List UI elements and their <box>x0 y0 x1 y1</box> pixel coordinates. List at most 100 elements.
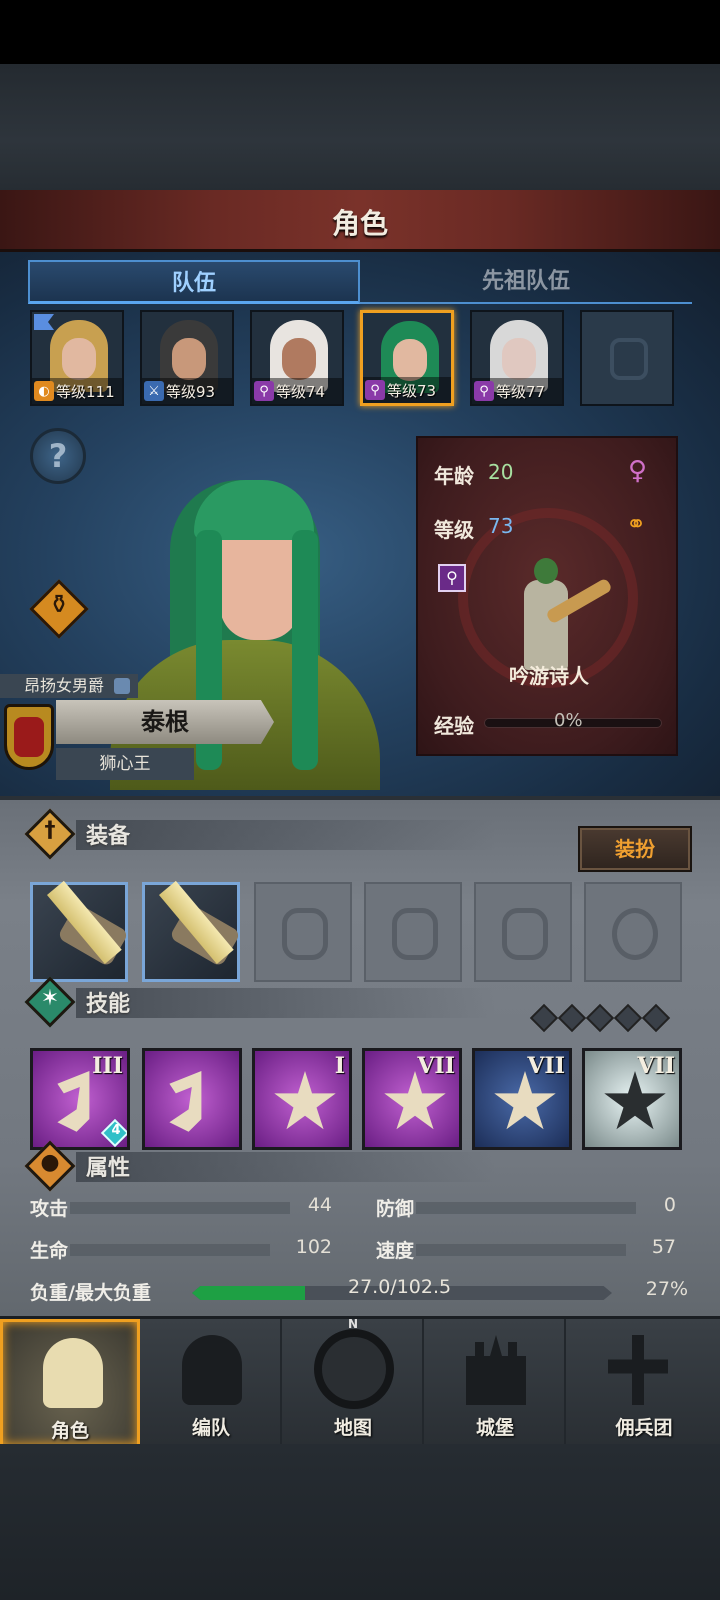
wand-icon: ⚲ <box>438 564 466 592</box>
bottom-backdrop <box>0 1444 720 1600</box>
roster-slot-4[interactable]: ⚲ 等级73 <box>360 310 454 406</box>
skill-rank: VII <box>417 1053 455 1079</box>
skill-slot-1[interactable]: III 4 <box>30 1048 130 1150</box>
portrait-face <box>393 339 427 381</box>
equipment-label: 装备 <box>86 824 131 849</box>
potion-icon: ⚱ <box>48 590 70 620</box>
skill-rank: I <box>334 1053 345 1079</box>
nav-label: 地图 <box>333 1417 372 1439</box>
level-row: ⚲ 等级77 <box>472 378 562 404</box>
load-label: 负重/最大负重 <box>30 1282 151 1304</box>
level-row: ⚔ 等级93 <box>142 378 232 404</box>
house-crest[interactable] <box>4 704 54 770</box>
knight-icon <box>43 1338 103 1408</box>
armor-slot[interactable] <box>364 882 462 982</box>
nav-mercenaries[interactable]: 佣兵团 <box>568 1319 720 1447</box>
tab-ancestor-team[interactable]: 先祖队伍 <box>360 260 692 304</box>
skill-slot-3[interactable]: I <box>252 1048 352 1150</box>
speed-row: 速度 57 <box>376 1234 676 1264</box>
hp-value: 102 <box>295 1236 332 1258</box>
skill-rank: VII <box>527 1053 565 1079</box>
level-label: 等级 <box>434 518 474 542</box>
nav-map[interactable]: N 地图 <box>284 1317 424 1447</box>
age-value: 20 <box>488 460 514 484</box>
gem-slot-icon <box>585 1003 615 1033</box>
attributes-header: ● 属性 <box>24 1140 692 1192</box>
defense-value: 0 <box>663 1194 676 1216</box>
skill-badge-count: 4 <box>111 1123 121 1138</box>
music-note-icon <box>57 1071 90 1132</box>
skill-slot-6[interactable]: VII <box>582 1048 682 1150</box>
hp-row: 生命 102 <box>30 1234 332 1264</box>
ring-slot[interactable] <box>584 882 682 982</box>
bard-figure <box>516 554 613 674</box>
weapon-slot-2[interactable] <box>142 880 241 982</box>
wand-icon: ⚲ <box>365 380 385 400</box>
exp-value: 0% <box>554 710 583 731</box>
portrait-face <box>62 338 96 380</box>
dress-up-button[interactable]: 装扮 <box>578 826 692 872</box>
shield-icon: ◐ <box>34 381 54 401</box>
row-underline <box>416 1244 626 1256</box>
help-button[interactable]: ? <box>30 428 86 484</box>
gem-slot-icon <box>613 1003 643 1033</box>
roster-slot-5[interactable]: ⚲ 等级77 <box>470 310 564 406</box>
empty-slot-icon <box>610 338 648 380</box>
armor-icon <box>392 908 438 960</box>
ring-icon[interactable]: ⚭ <box>626 510 646 538</box>
page-title: 角色 <box>331 207 388 240</box>
roster-slot-3[interactable]: ⚲ 等级74 <box>250 310 344 406</box>
gem-slot-icon <box>557 1003 587 1033</box>
portrait-face <box>282 338 316 380</box>
attack-label: 攻击 <box>30 1198 69 1220</box>
weapon-slot-1[interactable] <box>30 880 129 982</box>
hp-label: 生命 <box>30 1240 69 1262</box>
level-value: 73 <box>488 514 514 538</box>
roster-slot-2[interactable]: ⚔ 等级93 <box>140 310 234 406</box>
party-buff-icon <box>274 1071 336 1130</box>
header-strip <box>76 1152 496 1182</box>
bottom-nav: 角色 编队 N 地图 城堡 佣兵团 <box>0 1316 720 1447</box>
skill-slots: III 4 I VII VII VII <box>30 1048 692 1152</box>
level-row: ⚲ 等级73 <box>363 377 451 403</box>
potion-button[interactable]: ⚱ <box>29 579 89 639</box>
leader-flag-icon <box>34 314 54 330</box>
castle-icon <box>466 1335 526 1405</box>
level-label: 等级93 <box>166 382 216 401</box>
row-underline <box>416 1202 636 1214</box>
bard-head <box>534 558 558 584</box>
nav-formation[interactable]: 编队 <box>142 1319 282 1447</box>
nav-character[interactable]: 角色 <box>0 1319 140 1447</box>
class-name: 吟游诗人 <box>509 664 589 688</box>
level-label: 等级73 <box>387 381 437 400</box>
level-label: 等级77 <box>496 382 546 401</box>
boots-icon <box>502 908 548 960</box>
gem-slot-icon <box>529 1003 559 1033</box>
helmet-slot[interactable] <box>254 882 352 982</box>
header-strip <box>76 820 496 850</box>
equipment-slots <box>30 880 692 982</box>
crystal-note-icon <box>169 1071 202 1132</box>
shield-burst-icon <box>494 1071 556 1130</box>
status-bar-area <box>0 0 720 64</box>
wand-icon: ⚲ <box>254 381 274 401</box>
gem-slot-icon <box>641 1003 671 1033</box>
skill-slot-2[interactable] <box>142 1048 242 1150</box>
person-icon: ● <box>40 1150 60 1175</box>
tab-team[interactable]: 队伍 <box>28 260 360 304</box>
nav-label: 城堡 <box>475 1417 514 1439</box>
top-backdrop <box>0 64 720 192</box>
helmet-icon <box>182 1335 242 1405</box>
load-bar-fill <box>192 1286 306 1300</box>
roster-slot-empty[interactable] <box>580 310 674 406</box>
boots-slot[interactable] <box>474 882 572 982</box>
skill-slot-5[interactable]: VII <box>472 1048 572 1150</box>
roster: ◐ 等级111 ⚔ 等级93 ⚲ 等级74 ⚲ 等级73 ⚲ 等级77 <box>30 310 690 406</box>
burst-icon <box>384 1071 446 1130</box>
skill-slot-4[interactable]: VII <box>362 1048 462 1150</box>
nav-castle[interactable]: 城堡 <box>426 1319 566 1447</box>
row-underline <box>70 1202 290 1214</box>
team-tabs: 队伍 先祖队伍 <box>28 260 692 304</box>
character-name[interactable]: 泰根 <box>56 700 274 744</box>
roster-slot-1[interactable]: ◐ 等级111 <box>30 310 124 406</box>
